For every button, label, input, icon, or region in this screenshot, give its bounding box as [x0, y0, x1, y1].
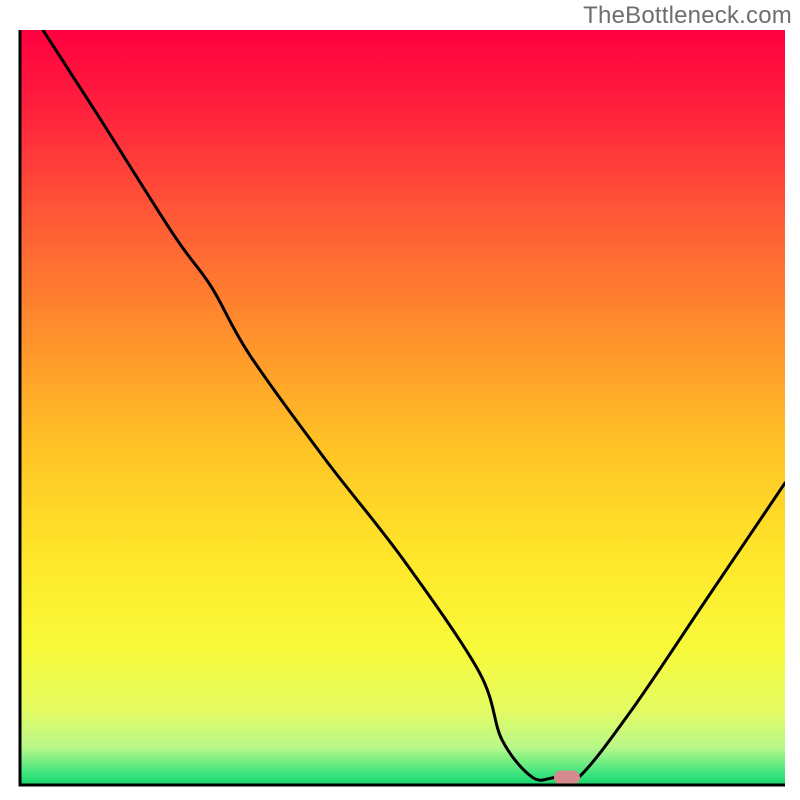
gradient-background — [20, 30, 785, 785]
bottleneck-chart: TheBottleneck.com — [0, 0, 800, 800]
optimal-marker — [554, 770, 580, 784]
chart-canvas — [0, 0, 800, 800]
watermark-text: TheBottleneck.com — [583, 2, 792, 30]
